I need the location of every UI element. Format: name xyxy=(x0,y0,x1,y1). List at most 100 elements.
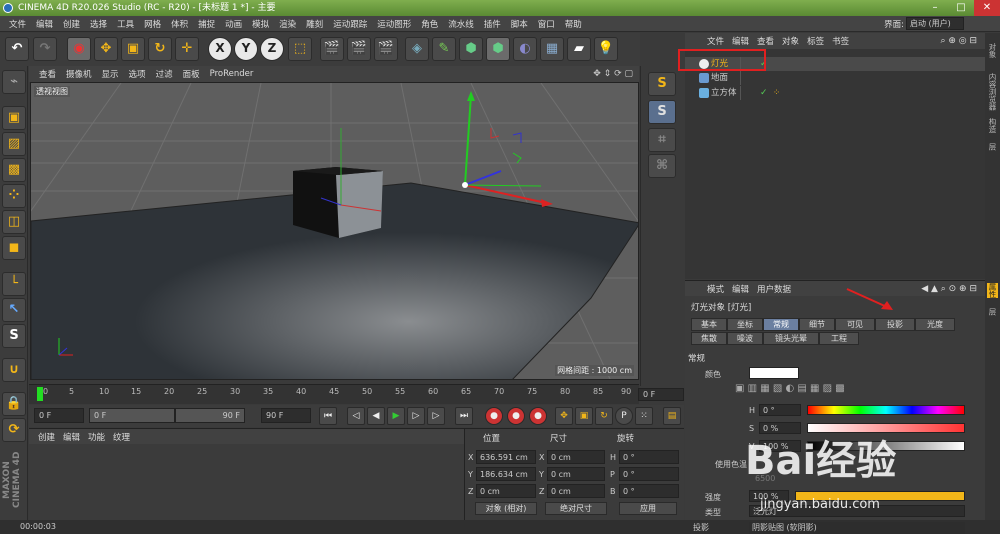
magnet-icon[interactable]: ∪ xyxy=(2,358,26,382)
start-frame-field[interactable]: 0 F xyxy=(34,408,84,423)
tab-photometric[interactable]: 光度 xyxy=(915,318,955,331)
camera-icon[interactable]: ▰ xyxy=(567,37,591,61)
next-key-icon[interactable]: ▷ xyxy=(427,407,445,425)
right-tab-layers[interactable]: 层 xyxy=(987,143,998,151)
tab-coord[interactable]: 坐标 xyxy=(727,318,763,331)
menu-tools[interactable]: 工具 xyxy=(112,18,139,30)
tab-shadow[interactable]: 投影 xyxy=(875,318,915,331)
tab-caustics[interactable]: 焦散 xyxy=(691,332,727,345)
viewport-nav-icons[interactable]: ✥ ⇕ ⟳ ▢ xyxy=(593,69,633,79)
render-settings-icon[interactable]: 🎬 xyxy=(374,37,398,61)
autokey-icon[interactable]: ● xyxy=(507,407,525,425)
end-frame-field[interactable]: 90 F xyxy=(261,408,311,423)
size-x-field[interactable]: 0 cm xyxy=(547,450,605,464)
keyframe-selection-icon[interactable]: ● xyxy=(529,407,547,425)
material-tag-icon[interactable]: ⁘ xyxy=(773,86,780,100)
viewport-menu-display[interactable]: 显示 xyxy=(97,68,124,80)
object-menu-objects[interactable]: 对象 xyxy=(778,35,803,47)
menu-script[interactable]: 脚本 xyxy=(506,18,533,30)
key-parameter-icon[interactable]: P xyxy=(615,407,633,425)
record-icon[interactable]: ● xyxy=(485,407,503,425)
menu-snap[interactable]: 捕捉 xyxy=(193,18,220,30)
object-menu-edit[interactable]: 编辑 xyxy=(728,35,753,47)
object-row-cube[interactable]: 立方体 ✓ ⁘ xyxy=(685,86,985,100)
object-row-floor[interactable]: 地面 xyxy=(685,71,985,85)
menu-help[interactable]: 帮助 xyxy=(560,18,587,30)
object-menu-tags[interactable]: 标签 xyxy=(803,35,828,47)
menu-mograph[interactable]: 运动图形 xyxy=(372,18,416,30)
material-menu-function[interactable]: 功能 xyxy=(84,431,109,443)
material-menu-create[interactable]: 创建 xyxy=(34,431,59,443)
axis-mode-icon[interactable]: └ xyxy=(2,272,26,296)
attribute-menu-userdata[interactable]: 用户数据 xyxy=(753,283,795,295)
menu-volume[interactable]: 体积 xyxy=(166,18,193,30)
visibility-check-icon[interactable]: ✓ xyxy=(760,86,768,100)
material-menu-edit[interactable]: 编辑 xyxy=(59,431,84,443)
rotation-p-field[interactable]: 0 ° xyxy=(619,467,679,481)
attribute-menu-edit[interactable]: 编辑 xyxy=(728,283,753,295)
menu-sculpt[interactable]: 雕刻 xyxy=(301,18,328,30)
color-swatch[interactable] xyxy=(749,367,799,379)
tab-visibility[interactable]: 可见 xyxy=(835,318,875,331)
menu-create[interactable]: 创建 xyxy=(58,18,85,30)
range-min-field[interactable]: 0 F xyxy=(89,408,175,423)
key-rotation-icon[interactable]: ↻ xyxy=(595,407,613,425)
right-tab-layer2[interactable]: 层 xyxy=(987,308,998,316)
viewport-menu-prorender[interactable]: ProRender xyxy=(205,69,259,79)
right-tab-attributes[interactable]: 属性 xyxy=(987,283,998,298)
key-scale-icon[interactable]: ▣ xyxy=(575,407,593,425)
timeline-window-icon[interactable]: ▤ xyxy=(663,407,681,425)
object-manager-search-icon[interactable]: ⌕ ⊕ ◎ ⊟ xyxy=(936,36,981,46)
menu-character[interactable]: 角色 xyxy=(416,18,443,30)
menu-edit[interactable]: 编辑 xyxy=(31,18,58,30)
array-icon[interactable]: ⬢ xyxy=(486,37,510,61)
previous-key-icon[interactable]: ◁ xyxy=(347,407,365,425)
previous-frame-icon[interactable]: ◀ xyxy=(367,407,385,425)
material-menu-texture[interactable]: 纹理 xyxy=(109,431,134,443)
shadow-select[interactable]: 阴影贴图 (软阴影) xyxy=(749,522,965,534)
points-mode-icon[interactable]: ⁘ xyxy=(2,184,26,208)
menu-pipeline[interactable]: 流水线 xyxy=(443,18,479,30)
make-editable-icon[interactable]: ⌁ xyxy=(2,70,26,94)
move-icon[interactable]: ✥ xyxy=(94,37,118,61)
hue-slider[interactable] xyxy=(807,405,965,415)
workplane-icon[interactable]: ⌗ xyxy=(648,128,676,152)
minimize-button[interactable]: – xyxy=(922,0,948,16)
key-position-icon[interactable]: ✥ xyxy=(555,407,573,425)
apply-button[interactable]: 应用 xyxy=(619,502,677,515)
right-tab-objects[interactable]: 对象 xyxy=(987,43,998,58)
menu-animate[interactable]: 动画 xyxy=(220,18,247,30)
menu-render[interactable]: 渲染 xyxy=(274,18,301,30)
hue-field[interactable]: 0 ° xyxy=(759,404,801,416)
close-button[interactable]: ✕ xyxy=(974,0,1000,16)
undo-icon[interactable]: ↶ xyxy=(5,37,29,61)
position-y-field[interactable]: 186.634 cm xyxy=(476,467,536,481)
next-frame-icon[interactable]: ▷ xyxy=(407,407,425,425)
live-select-icon[interactable]: ◉ xyxy=(67,37,91,61)
menu-motion-tracking[interactable]: 运动跟踪 xyxy=(328,18,372,30)
size-mode-select[interactable]: 绝对尺寸 xyxy=(545,502,607,515)
floor-icon[interactable]: ▦ xyxy=(540,37,564,61)
object-menu-file[interactable]: 文件 xyxy=(703,35,728,47)
right-tab-content-browser[interactable]: 内容浏览器 xyxy=(987,73,998,111)
go-to-start-icon[interactable]: ⏮ xyxy=(319,407,337,425)
coordinate-mode-select[interactable]: 对象 (相对) xyxy=(475,502,537,515)
model-mode-icon[interactable]: ▣ xyxy=(2,106,26,130)
render-view-icon[interactable]: 🎬 xyxy=(320,37,344,61)
size-y-field[interactable]: 0 cm xyxy=(547,467,605,481)
rotation-h-field[interactable]: 0 ° xyxy=(619,450,679,464)
menu-plugins[interactable]: 插件 xyxy=(479,18,506,30)
subdivision-icon[interactable]: ⬢ xyxy=(459,37,483,61)
object-menu-bookmarks[interactable]: 书签 xyxy=(828,35,853,47)
render-picture-viewer-icon[interactable]: 🎬 xyxy=(347,37,371,61)
tab-project[interactable]: 工程 xyxy=(819,332,859,345)
tab-lens-glow[interactable]: 镜头光晕 xyxy=(763,332,819,345)
attribute-nav-icons[interactable]: ◀ ▲ ⌕ ⊙ ⊕ ⊟ xyxy=(917,284,981,294)
menu-window[interactable]: 窗口 xyxy=(533,18,560,30)
rotate-icon[interactable]: ↻ xyxy=(148,37,172,61)
snap-icon[interactable]: S xyxy=(2,324,26,348)
planar-workplane-icon[interactable]: ⟳ xyxy=(2,418,26,442)
tab-noise[interactable]: 噪波 xyxy=(727,332,763,345)
perspective-viewport[interactable]: 透视视图 网格间距 : 1000 cm xyxy=(30,82,639,380)
snap-settings-icon[interactable]: S xyxy=(648,100,676,124)
